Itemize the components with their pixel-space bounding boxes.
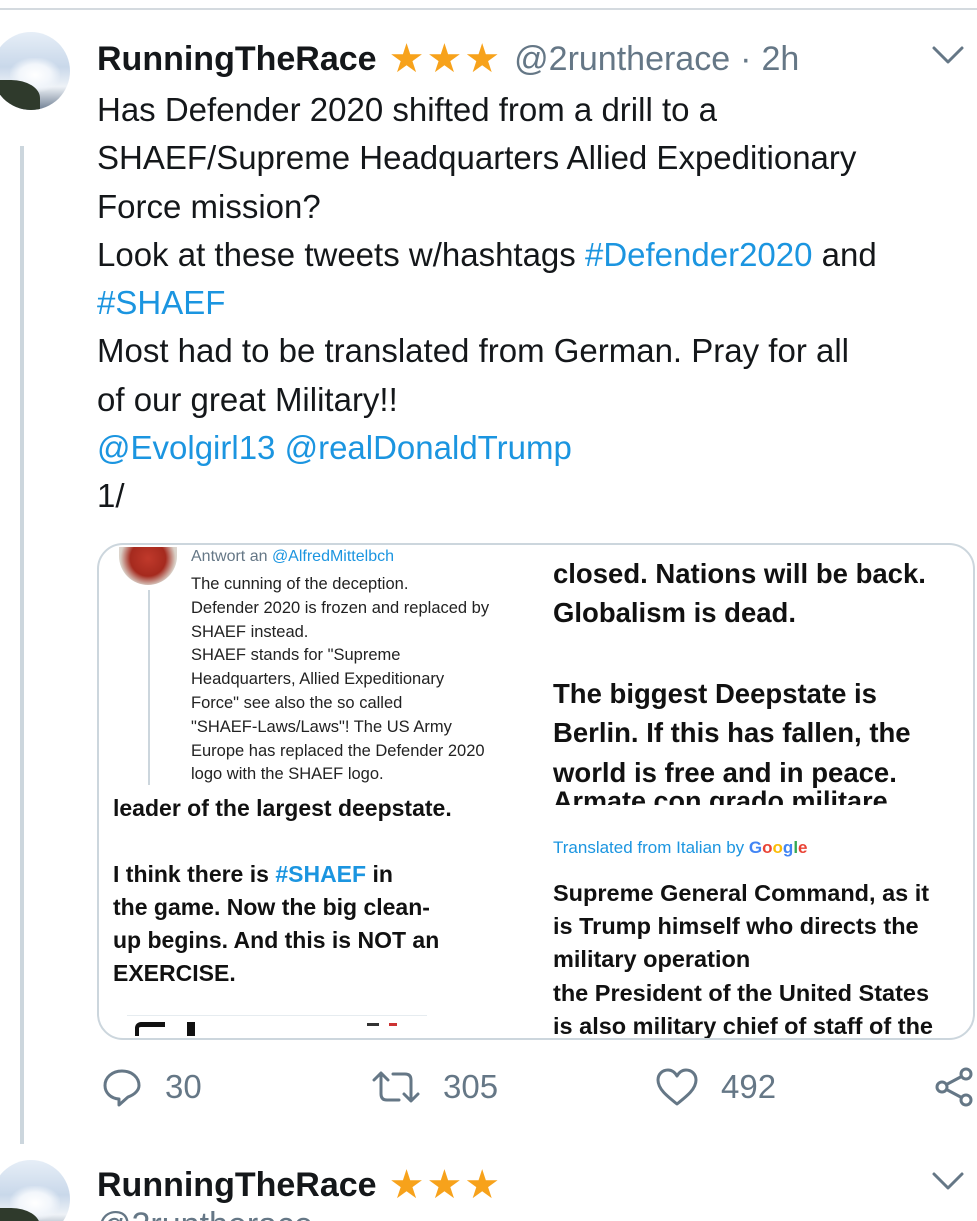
thread-connector-line [20,146,24,1144]
text-segment: and [812,235,877,273]
author-handle[interactable]: @2runtherace [514,40,730,79]
star-icon: ★ [388,1163,425,1207]
tweet-body-text: Has Defender 2020 shifted from a drill t… [97,86,977,521]
tweet-text-line: of our great Military!! [97,376,977,424]
mention-link[interactable]: @Evolgirl13 [97,429,275,466]
tweet-text-line: #SHAEF [97,279,977,327]
text-segment: of our great Military!! [97,380,398,418]
text-segment: Look at these tweets w/hashtags [97,235,585,273]
like-icon [656,1068,698,1106]
media-right-line: Globalism is dead. [553,597,796,628]
tweet-text-line: SHAEF/Supreme Headquarters Allied Expedi… [97,134,977,182]
separator-dot: · [740,39,752,78]
tweet-text-line: Look at these tweets w/hashtags #Defende… [97,231,977,279]
retweet-icon [372,1071,420,1103]
tweet-text-line: 1/ [97,472,977,520]
text-segment: 1/ [97,477,125,515]
author-handle[interactable]: @2runtherace [97,1210,327,1221]
italian-original-line: Armate con grado militare [553,786,888,805]
media-right-screenshot: closed. Nations will be back. Globalism … [539,545,973,1039]
text-segment: Most had to be translated from German. P… [97,332,849,370]
tweet-text-line: Has Defender 2020 shifted from a drill t… [97,86,977,134]
star-icon: ★ [426,37,463,81]
reply-count: 30 [165,1068,202,1105]
tweet-media-image[interactable]: Antwort an @AlfredMittelbch The cunning … [97,543,975,1040]
top-divider [0,8,977,10]
retweet-count: 305 [443,1068,499,1105]
avatar[interactable] [0,1160,70,1221]
tweet-text-line: @Evolgirl13 @realDonaldTrump [97,424,977,472]
tweet-timestamp[interactable]: 2h [761,40,799,79]
chevron-down-icon[interactable] [931,1170,965,1192]
author-star-emojis: ★ ★ ★ [389,1165,501,1205]
quoted-reply-text: The cunning of the deception. Defender 2… [191,575,490,784]
media-left-body-text: leader of the largest deepstate. I think… [113,795,452,986]
reply-to-label: Antwort an @AlfredMittelbch [191,548,394,565]
share-button[interactable] [933,1062,975,1112]
star-icon: ★ [464,1163,501,1207]
avatar[interactable] [0,32,70,110]
star-icon: ★ [426,1163,463,1207]
like-count: 492 [721,1068,777,1105]
media-right-line: closed. Nations will be back. [553,558,926,589]
text-segment [275,429,284,466]
reply-icon [103,1069,141,1107]
retweet-button[interactable]: 305 [371,1062,498,1112]
text-segment: Force mission? [97,187,321,225]
author-name[interactable]: RunningTheRace [97,40,377,79]
tweet-text-line: Most had to be translated from German. P… [97,327,977,375]
tweet-actions-bar: 30 305 492 [97,1062,977,1112]
text-segment: SHAEF/Supreme Headquarters Allied Expedi… [97,139,857,177]
cropped-next-post-fragment [127,1015,427,1036]
author-name[interactable]: RunningTheRace [97,1166,377,1205]
reply-connector-line [148,590,150,785]
media-right-line: Berlin. If this has fallen, the [553,717,911,748]
mention-link[interactable]: @realDonaldTrump [285,429,572,466]
rose-avatar-image [119,547,177,585]
chevron-down-icon[interactable] [931,44,965,66]
translation-text: Supreme General Command, as it is Trump … [553,880,933,1039]
hashtag-link[interactable]: #Defender2020 [585,236,813,273]
media-left-screenshot: Antwort an @AlfredMittelbch The cunning … [99,545,531,1038]
tweet-text-line: Force mission? [97,183,977,231]
star-icon: ★ [388,37,425,81]
tweet-header: RunningTheRace ★ ★ ★ @2runtherace · 2h [97,34,799,84]
translated-by-google-label: Translated from Italian by Google [553,838,808,857]
star-icon: ★ [464,37,501,81]
tweet-header: RunningTheRace ★ ★ ★ [97,1160,500,1210]
text-segment: Has Defender 2020 shifted from a drill t… [97,91,717,128]
reply-button[interactable]: 30 [101,1062,202,1112]
like-button[interactable]: 492 [655,1062,776,1112]
share-icon [935,1067,973,1107]
author-star-emojis: ★ ★ ★ [389,39,501,79]
media-right-line: The biggest Deepstate is [553,678,877,709]
hashtag-link[interactable]: #SHAEF [97,284,225,321]
